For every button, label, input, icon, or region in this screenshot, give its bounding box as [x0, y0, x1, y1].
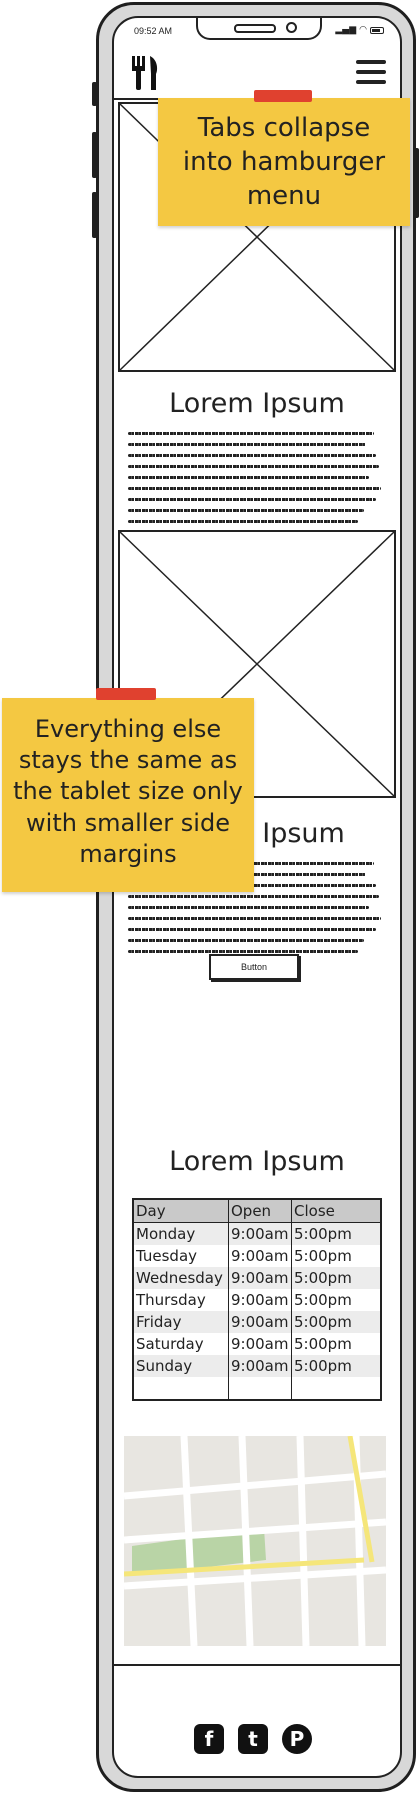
pinterest-icon[interactable]: P [282, 1724, 312, 1754]
close-cell: 5:00pm [291, 1355, 381, 1377]
day-cell: Sunday [136, 1357, 193, 1375]
note-text: Tabs collapse into hamburger menu [182, 113, 386, 211]
phone-volume-down-button [92, 192, 97, 238]
column-header: Close [291, 1199, 381, 1223]
table-empty-row [133, 1377, 381, 1400]
section-title: Lorem Ipsum [169, 388, 345, 419]
social-links: f t P [194, 1724, 312, 1754]
phone-volume-up-button [92, 132, 97, 178]
tape-decoration [254, 90, 312, 102]
hamburger-menu-icon[interactable] [356, 60, 386, 86]
open-cell: 9:00am [228, 1311, 292, 1333]
close-cell: 5:00pm [291, 1333, 381, 1355]
hours-table: Day Open Close Monday 9:00am 5:00pm Tues… [132, 1198, 382, 1401]
battery-icon [370, 26, 384, 34]
section-title: Lorem Ipsum [169, 1146, 345, 1177]
open-cell: 9:00am [228, 1289, 292, 1311]
open-cell: 9:00am [228, 1267, 292, 1289]
day-cell: Friday [136, 1313, 182, 1331]
table-row: Saturday 9:00am 5:00pm [133, 1333, 381, 1355]
facebook-icon[interactable]: f [194, 1724, 224, 1754]
table-row: Thursday 9:00am 5:00pm [133, 1289, 381, 1311]
day-cell: Wednesday [136, 1269, 223, 1287]
open-cell: 9:00am [228, 1333, 292, 1355]
day-cell: Thursday [136, 1291, 206, 1309]
twitter-icon[interactable]: t [238, 1724, 268, 1754]
column-header: Open [228, 1199, 292, 1223]
lorem-paragraph [128, 432, 384, 531]
footer: f t P [114, 1664, 400, 1776]
table-row: Monday 9:00am 5:00pm [133, 1222, 381, 1245]
close-cell: 5:00pm [291, 1289, 381, 1311]
note-text: Everything else stays the same as the ta… [13, 715, 243, 868]
table-header-row: Day Open Close [133, 1199, 381, 1223]
table-row: Wednesday 9:00am 5:00pm [133, 1267, 381, 1289]
location-map[interactable] [123, 1435, 387, 1647]
signal-icon: ▂▄▆ [335, 25, 357, 35]
day-cell: Monday [136, 1225, 196, 1243]
close-cell: 5:00pm [291, 1311, 381, 1333]
phone-screen: 09:52 AM ▂▄▆ ◠ Lorem Ipsum Lorem Ipsum B… [112, 16, 402, 1778]
fork-knife-icon[interactable] [130, 56, 160, 94]
status-time: 09:52 AM [134, 26, 173, 36]
table-row: Friday 9:00am 5:00pm [133, 1311, 381, 1333]
open-cell: 9:00am [228, 1245, 292, 1267]
status-icons: ▂▄▆ ◠ [335, 25, 384, 35]
annotation-sticky-note: Tabs collapse into hamburger menu [158, 90, 410, 226]
phone-side-button [92, 82, 97, 106]
phone-notch [196, 18, 322, 40]
front-camera [286, 22, 297, 33]
speaker-grille [234, 24, 276, 33]
primary-button[interactable]: Button [209, 954, 299, 980]
column-header: Day [136, 1202, 166, 1220]
close-cell: 5:00pm [291, 1245, 381, 1267]
day-cell: Saturday [136, 1335, 204, 1353]
table-row: Sunday 9:00am 5:00pm [133, 1355, 381, 1377]
open-cell: 9:00am [228, 1355, 292, 1377]
annotation-sticky-note: Everything else stays the same as the ta… [2, 688, 254, 892]
tape-decoration [96, 688, 156, 700]
open-cell: 9:00am [228, 1222, 292, 1245]
close-cell: 5:00pm [291, 1222, 381, 1245]
close-cell: 5:00pm [291, 1267, 381, 1289]
table-row: Tuesday 9:00am 5:00pm [133, 1245, 381, 1267]
phone-power-button [414, 148, 419, 218]
day-cell: Tuesday [136, 1247, 198, 1265]
wifi-icon: ◠ [359, 25, 367, 35]
